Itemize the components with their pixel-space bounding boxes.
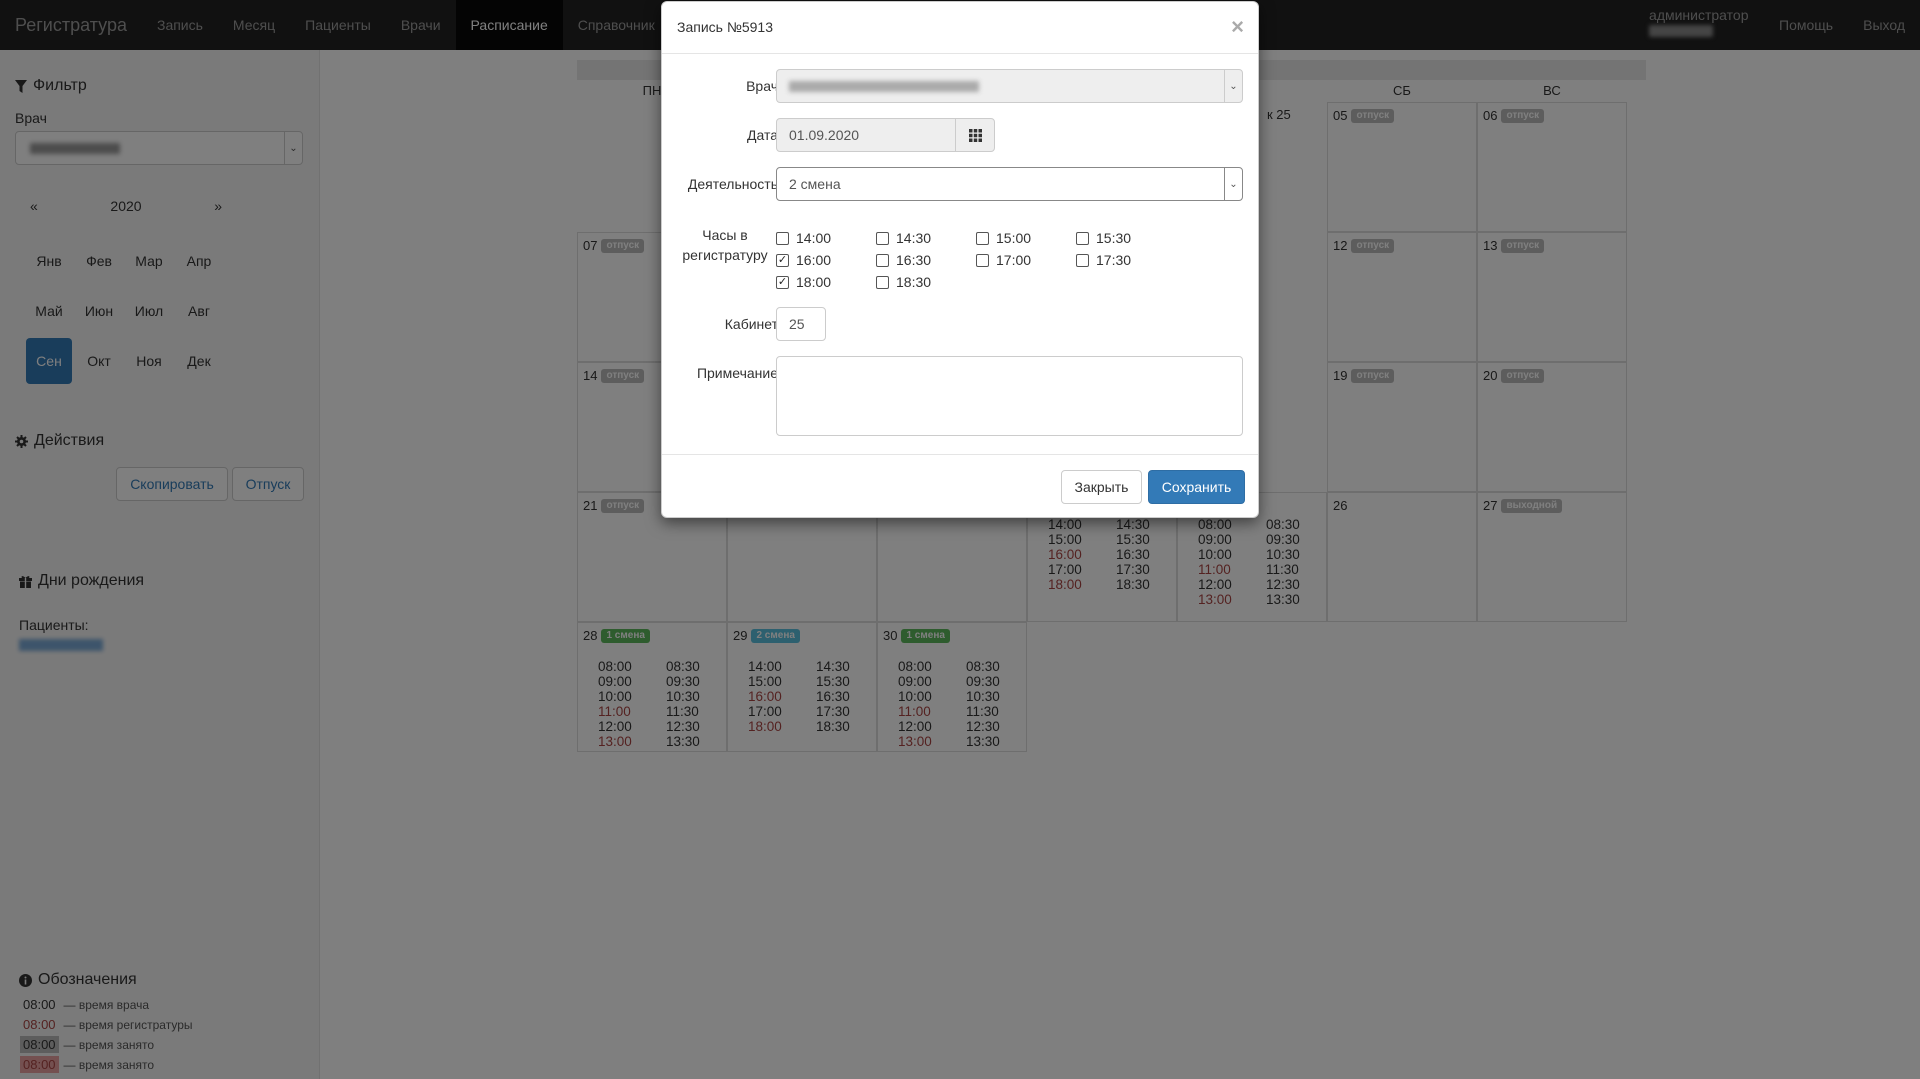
doctor-value-blurred — [789, 80, 979, 92]
date-input[interactable]: 01.09.2020 — [776, 118, 956, 152]
save-button[interactable]: Сохранить — [1148, 470, 1245, 504]
close-icon[interactable]: × — [1231, 16, 1244, 38]
activity-label: Деятельность — [687, 176, 778, 192]
hour-label: 16:30 — [896, 252, 932, 268]
checkbox[interactable] — [876, 253, 889, 267]
hour-checkbox-row[interactable]: 14:00 — [776, 230, 831, 246]
hour-checkbox-row[interactable]: 15:30 — [1076, 230, 1131, 246]
hours-label-line-2: регистратуру — [682, 247, 768, 263]
hour-checkbox-row[interactable]: ✓ 18:00 — [776, 274, 831, 290]
checkbox[interactable] — [976, 231, 989, 245]
modal-header: Запись №5913 × — [662, 2, 1258, 54]
close-button[interactable]: Закрыть — [1061, 470, 1142, 504]
note-textarea[interactable] — [776, 356, 1243, 436]
hour-label: 15:00 — [996, 230, 1032, 246]
checkbox[interactable] — [876, 275, 889, 289]
hour-checkbox-row[interactable]: ✓ 16:00 — [776, 252, 831, 268]
checkbox[interactable] — [1076, 231, 1089, 245]
hour-label: 18:30 — [896, 274, 932, 290]
hour-label: 15:30 — [1096, 230, 1132, 246]
modal-footer-divider — [662, 454, 1258, 455]
date-label: Дата — [746, 127, 778, 143]
hour-checkbox-row[interactable]: 17:00 — [976, 252, 1031, 268]
chevron-down-icon: ⌄ — [1224, 168, 1242, 200]
checkbox[interactable] — [976, 253, 989, 267]
activity-value: 2 смена — [789, 176, 841, 192]
calendar-icon[interactable] — [955, 118, 995, 152]
cabinet-input[interactable]: 25 — [776, 307, 826, 341]
checkbox[interactable] — [1076, 253, 1089, 267]
doctor-label: Врач — [746, 78, 778, 94]
hour-checkbox-row[interactable]: 15:00 — [976, 230, 1031, 246]
hours-label: Часы в регистратуру — [672, 225, 778, 265]
cabinet-label: Кабинет — [724, 316, 778, 332]
hour-label: 17:00 — [996, 252, 1032, 268]
hour-checkbox-row[interactable]: 16:30 — [876, 252, 931, 268]
hour-label: 17:30 — [1096, 252, 1132, 268]
checkbox-checked[interactable]: ✓ — [776, 253, 789, 267]
hour-checkbox-row[interactable]: 17:30 — [1076, 252, 1131, 268]
hour-label: 14:30 — [896, 230, 932, 246]
checkbox[interactable] — [876, 231, 889, 245]
hour-label: 16:00 — [796, 252, 832, 268]
schedule-entry-modal: Запись №5913 × Врач ⌄ Дата 01.09.2020 Де… — [661, 1, 1259, 518]
hour-checkbox-row[interactable]: 18:30 — [876, 274, 931, 290]
hour-label: 14:00 — [796, 230, 832, 246]
hour-checkbox-row[interactable]: 14:30 — [876, 230, 931, 246]
activity-select[interactable]: 2 смена ⌄ — [776, 167, 1243, 201]
note-label: Примечание — [696, 365, 778, 381]
grid-icon — [968, 128, 982, 142]
checkbox-checked[interactable]: ✓ — [776, 275, 789, 289]
modal-title: Запись №5913 — [677, 19, 773, 35]
chevron-down-icon: ⌄ — [1224, 70, 1242, 102]
hours-label-line-1: Часы в — [702, 227, 748, 243]
checkbox[interactable] — [776, 231, 789, 245]
doctor-select[interactable]: ⌄ — [776, 69, 1243, 103]
hour-label: 18:00 — [796, 274, 832, 290]
